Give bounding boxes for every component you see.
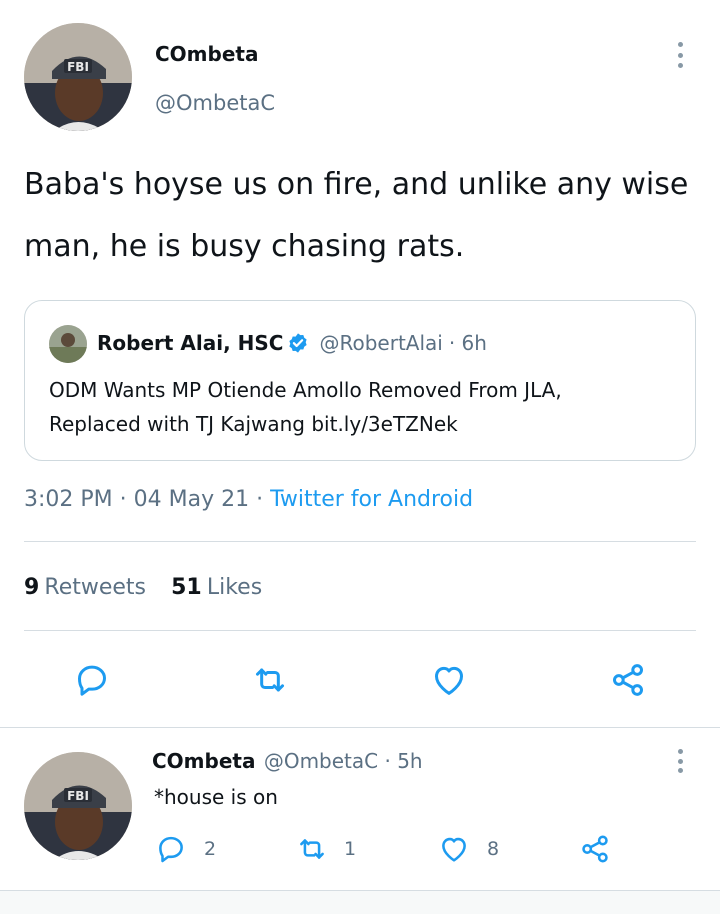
retweet-icon [256, 668, 284, 692]
bottom-strip [0, 891, 720, 914]
quoted-text-line: Replaced with TJ Kajwang bit.ly/3eTZNek [49, 412, 458, 436]
author-avatar[interactable]: FBI [24, 23, 132, 131]
likes-stat[interactable]: 51 Likes [171, 575, 262, 600]
reply-header: COmbeta @OmbetaC · 5h [152, 749, 423, 773]
tweet-timestamp-row: 3:02 PM · 04 May 21 · Twitter for Androi… [24, 487, 473, 512]
quoted-author-name: Robert Alai, HSC [97, 331, 284, 355]
retweets-label: Retweets [44, 575, 147, 600]
retweet-button[interactable] [246, 658, 294, 702]
section-divider [0, 727, 720, 728]
author-handle[interactable]: @OmbetaC [155, 91, 275, 115]
divider [24, 541, 696, 542]
svg-text:FBI: FBI [67, 60, 89, 74]
reply-action-reply[interactable]: 2 [154, 832, 216, 866]
quoted-text-line: ODM Wants MP Otiende Amollo Removed From… [49, 378, 562, 402]
like-count: 8 [487, 838, 500, 860]
retweets-count: 9 [24, 575, 40, 600]
retweet-count: 1 [344, 838, 357, 860]
tweet-text: Baba's hoyse us on fire, and unlike any … [24, 154, 704, 278]
quoted-tweet-text: ODM Wants MP Otiende Amollo Removed From… [49, 373, 562, 441]
more-vertical-icon[interactable] [668, 40, 692, 70]
reply-author-name[interactable]: COmbeta [152, 749, 255, 773]
reply-action-like[interactable]: 8 [437, 832, 499, 866]
heart-icon [442, 837, 466, 862]
author-display-name[interactable]: COmbeta [155, 42, 258, 66]
tweet-source-link[interactable]: Twitter for Android [270, 487, 473, 512]
reply-button[interactable] [68, 658, 116, 702]
reply-author-handle[interactable]: @OmbetaC [264, 749, 378, 773]
like-button[interactable] [425, 658, 473, 702]
likes-count: 51 [171, 575, 202, 600]
quoted-tweet-time: · 6h [448, 331, 487, 355]
tweet-timestamp: 3:02 PM · 04 May 21 · [24, 487, 271, 512]
reply-author-avatar[interactable]: FBI [24, 752, 132, 860]
more-vertical-icon[interactable] [668, 747, 692, 775]
tweet-text-line: Baba's hoyse us on fire, and unlike any … [24, 167, 689, 202]
likes-label: Likes [206, 575, 263, 600]
reply-count: 2 [204, 838, 217, 860]
tweet-stats: 9 Retweets 51 Likes [24, 575, 262, 600]
share-button[interactable] [604, 658, 652, 702]
retweets-stat[interactable]: 9 Retweets [24, 575, 151, 600]
retweet-icon [300, 839, 324, 859]
quoted-tweet-card[interactable]: Robert Alai, HSC @RobertAlai · 6h ODM Wa… [24, 300, 696, 461]
share-icon [582, 835, 608, 863]
tweet-text-line: man, he is busy chasing rats. [24, 229, 465, 264]
heart-icon [435, 666, 463, 695]
reply-action-share[interactable] [578, 832, 612, 866]
verified-badge-icon [287, 332, 309, 354]
svg-text:FBI: FBI [67, 789, 89, 803]
quoted-author-avatar [49, 325, 87, 363]
reply-icon [159, 836, 183, 863]
divider [24, 630, 696, 631]
quoted-author-handle: @RobertAlai [319, 331, 443, 355]
reply-icon [78, 665, 106, 696]
share-icon [613, 664, 643, 696]
reply-time: · 5h [384, 749, 423, 773]
reply-action-retweet[interactable]: 1 [294, 832, 356, 866]
reply-text: *house is on [154, 785, 278, 809]
